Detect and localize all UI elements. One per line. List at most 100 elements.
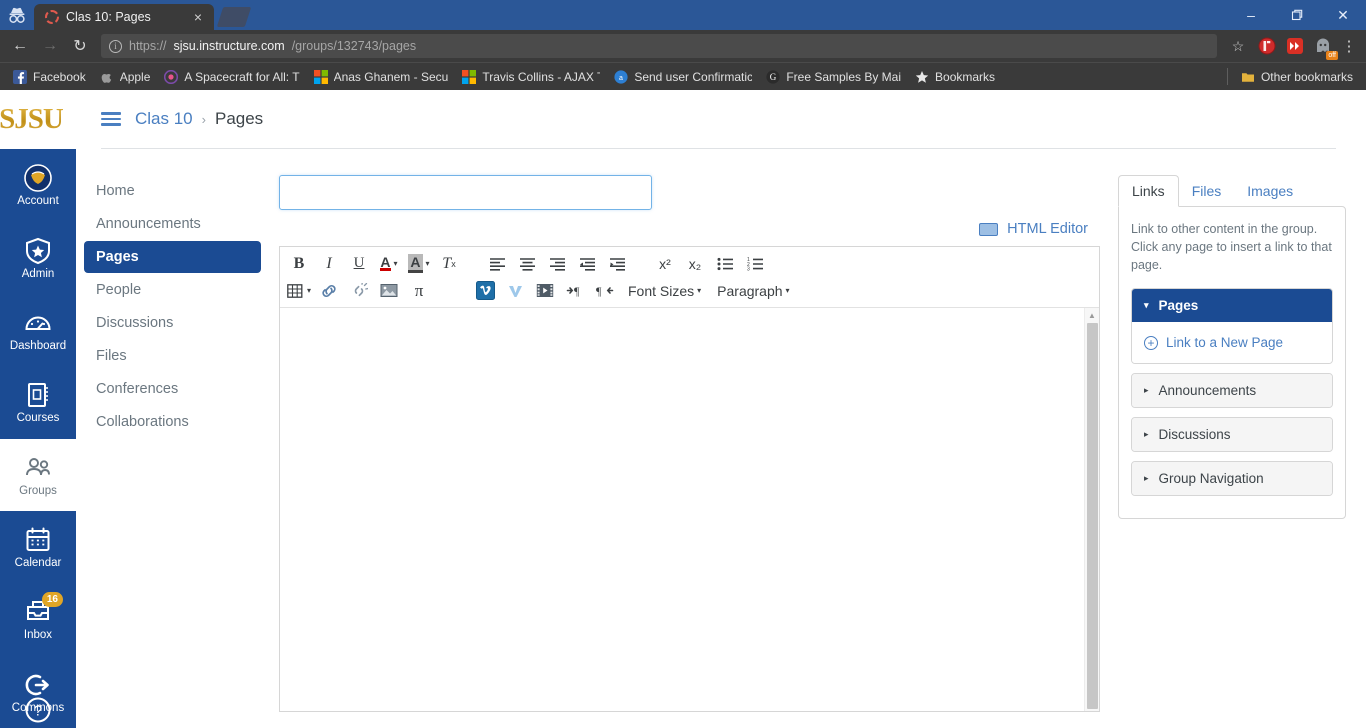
insert-equation-button[interactable]: π bbox=[405, 278, 433, 303]
hamburger-icon[interactable] bbox=[101, 112, 121, 126]
global-nav-item-groups[interactable]: Groups bbox=[0, 439, 76, 511]
course-nav-item-home[interactable]: Home bbox=[84, 175, 261, 207]
editor-scrollbar[interactable]: ▲ bbox=[1084, 308, 1099, 711]
chrome-icon bbox=[164, 70, 178, 84]
insert-image-button[interactable] bbox=[375, 278, 403, 303]
background-color-button[interactable]: A ▾ bbox=[405, 251, 433, 276]
apple-icon bbox=[100, 70, 114, 84]
align-center-button[interactable] bbox=[513, 251, 541, 276]
html-editor-toggle[interactable]: HTML Editor bbox=[279, 221, 1100, 237]
clear-formatting-button[interactable]: Tx bbox=[435, 251, 463, 276]
global-nav-item-calendar[interactable]: Calendar bbox=[0, 511, 76, 583]
google-icon: G bbox=[766, 70, 780, 84]
breadcrumb-trail: Clas 10 › Pages bbox=[135, 109, 263, 129]
course-nav-item-files[interactable]: Files bbox=[84, 340, 261, 372]
fast-forward-extension-icon[interactable] bbox=[1284, 35, 1306, 57]
accordion-label: Group Navigation bbox=[1159, 471, 1264, 486]
superscript-button[interactable]: x² bbox=[651, 251, 679, 276]
indent-button[interactable] bbox=[603, 251, 631, 276]
course-nav-item-pages[interactable]: Pages bbox=[84, 241, 261, 273]
global-nav-item-inbox[interactable]: 16 Inbox bbox=[0, 583, 76, 655]
page-title-input[interactable] bbox=[279, 175, 652, 210]
remove-link-button[interactable] bbox=[345, 278, 373, 303]
rtl-button[interactable]: ¶ bbox=[591, 278, 619, 303]
new-tab-button[interactable] bbox=[217, 7, 251, 27]
svg-text:¶: ¶ bbox=[596, 284, 602, 298]
bookmark-send-user-confirmation[interactable]: a Send user Confirmatic bbox=[607, 66, 759, 88]
link-to-new-page-button[interactable]: + Link to a New Page bbox=[1144, 335, 1320, 350]
insert-table-button[interactable]: ▾ bbox=[285, 278, 313, 303]
align-left-button[interactable] bbox=[483, 251, 511, 276]
accordion-pages-header[interactable]: ▾ Pages bbox=[1132, 289, 1332, 322]
chrome-menu-icon[interactable]: ⋮ bbox=[1338, 37, 1360, 55]
course-nav-item-people[interactable]: People bbox=[84, 274, 261, 306]
maximize-button[interactable] bbox=[1274, 0, 1320, 30]
close-tab-icon[interactable]: × bbox=[190, 9, 206, 25]
tab-links[interactable]: Links bbox=[1118, 175, 1179, 207]
minimize-button[interactable]: – bbox=[1228, 0, 1274, 30]
text-color-button[interactable]: A ▾ bbox=[375, 251, 403, 276]
accordion-discussions-header[interactable]: ▸ Discussions bbox=[1132, 418, 1332, 451]
paragraph-dropdown[interactable]: Paragraph ▾ bbox=[710, 278, 796, 303]
breadcrumb-course-link[interactable]: Clas 10 bbox=[135, 109, 193, 129]
font-sizes-dropdown[interactable]: Font Sizes ▾ bbox=[621, 278, 708, 303]
tab-images[interactable]: Images bbox=[1234, 176, 1306, 206]
italic-button[interactable]: I bbox=[315, 251, 343, 276]
other-bookmarks-area: Other bookmarks bbox=[1221, 66, 1360, 88]
browser-tab[interactable]: Clas 10: Pages × bbox=[34, 4, 214, 30]
help-button[interactable]: ? bbox=[0, 696, 76, 724]
bookmark-anas-ghanem[interactable]: Anas Ghanem - Secu bbox=[307, 66, 456, 88]
ltr-button[interactable]: ¶ bbox=[561, 278, 589, 303]
bookmark-spacecraft[interactable]: A Spacecraft for All: T bbox=[157, 66, 306, 88]
accordion-announcements: ▸ Announcements bbox=[1131, 373, 1333, 408]
accordion-group-navigation: ▸ Group Navigation bbox=[1131, 461, 1333, 496]
editor-canvas[interactable] bbox=[280, 308, 1084, 711]
keyboard-icon bbox=[979, 223, 998, 236]
scroll-up-icon[interactable]: ▲ bbox=[1085, 308, 1099, 322]
svg-text:3: 3 bbox=[747, 266, 750, 271]
bookmark-star-icon[interactable]: ☆ bbox=[1224, 32, 1252, 60]
course-nav-item-collaborations[interactable]: Collaborations bbox=[84, 406, 261, 438]
bookmark-travis-collins[interactable]: Travis Collins - AJAX T bbox=[455, 66, 607, 88]
reload-icon[interactable]: ↻ bbox=[66, 32, 94, 60]
outdent-button[interactable] bbox=[573, 251, 601, 276]
bookmark-free-samples[interactable]: G Free Samples By Mai bbox=[759, 66, 908, 88]
insert-media-button[interactable] bbox=[531, 278, 559, 303]
subscript-button[interactable]: x₂ bbox=[681, 251, 709, 276]
course-nav-item-discussions[interactable]: Discussions bbox=[84, 307, 261, 339]
ghost-extension-icon[interactable]: off bbox=[1312, 35, 1334, 57]
close-window-button[interactable]: ✕ bbox=[1320, 0, 1366, 30]
sjsu-logo[interactable]: SJSU bbox=[0, 90, 76, 149]
site-info-icon[interactable]: i bbox=[109, 40, 122, 53]
course-nav-item-conferences[interactable]: Conferences bbox=[84, 373, 261, 405]
red-shield-extension-icon[interactable] bbox=[1256, 35, 1278, 57]
bookmark-facebook[interactable]: Facebook bbox=[6, 66, 93, 88]
insert-link-button[interactable] bbox=[315, 278, 343, 303]
url-path: /groups/132743/pages bbox=[292, 39, 416, 53]
address-bar[interactable]: i https://sjsu.instructure.com/groups/13… bbox=[101, 34, 1217, 58]
bookmark-bookmarks-folder[interactable]: Bookmarks bbox=[908, 66, 1002, 88]
other-bookmarks-button[interactable]: Other bookmarks bbox=[1234, 66, 1360, 88]
back-icon[interactable]: ← bbox=[6, 32, 34, 60]
accordion-group-navigation-header[interactable]: ▸ Group Navigation bbox=[1132, 462, 1332, 495]
underline-button[interactable]: U bbox=[345, 251, 373, 276]
course-nav-item-announcements[interactable]: Announcements bbox=[84, 208, 261, 240]
tab-files[interactable]: Files bbox=[1179, 176, 1235, 206]
global-nav-item-courses[interactable]: Courses bbox=[0, 366, 76, 438]
global-nav-item-admin[interactable]: Admin bbox=[0, 222, 76, 294]
content-columns: Home Announcements Pages People Discussi… bbox=[76, 149, 1366, 712]
numbered-list-button[interactable]: 1 2 3 bbox=[741, 251, 769, 276]
vimeo-button[interactable] bbox=[471, 278, 499, 303]
scrollbar-thumb[interactable] bbox=[1087, 323, 1098, 709]
editor-body[interactable]: ▲ bbox=[280, 308, 1099, 711]
global-nav-item-dashboard[interactable]: Dashboard bbox=[0, 294, 76, 366]
forward-icon[interactable]: → bbox=[36, 32, 64, 60]
bold-button[interactable]: B bbox=[285, 251, 313, 276]
gauge-icon bbox=[23, 308, 53, 338]
global-nav-item-account[interactable]: Account bbox=[0, 149, 76, 221]
align-right-button[interactable] bbox=[543, 251, 571, 276]
vimeo-record-button[interactable] bbox=[501, 278, 529, 303]
bookmark-apple[interactable]: Apple bbox=[93, 66, 158, 88]
bulleted-list-button[interactable] bbox=[711, 251, 739, 276]
accordion-announcements-header[interactable]: ▸ Announcements bbox=[1132, 374, 1332, 407]
